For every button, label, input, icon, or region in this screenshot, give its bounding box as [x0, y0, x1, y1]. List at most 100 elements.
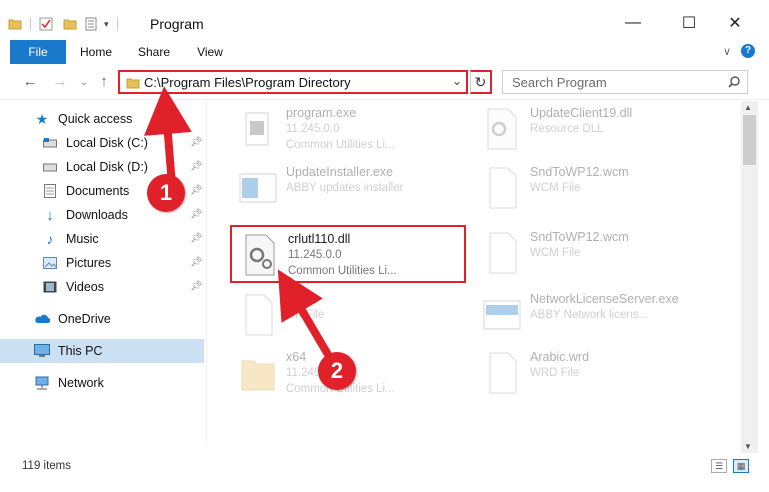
sidebar-item-local-disk-c[interactable]: Local Disk (C:): [42, 131, 148, 155]
properties-icon[interactable]: [85, 17, 101, 31]
sidebar-item-network[interactable]: Network: [34, 371, 104, 395]
vertical-scrollbar[interactable]: ▲ ▼: [741, 101, 758, 453]
sidebar-item-label: Pictures: [66, 256, 112, 270]
pin-icon[interactable]: 📌︎: [190, 257, 203, 268]
sidebar-item-label: This PC: [58, 344, 103, 358]
file-name: UpdateInstaller.exe: [286, 165, 394, 179]
file-detail: OK File: [286, 309, 325, 321]
sidebar-item-label: Music: [66, 232, 99, 246]
file-detail: Common Utilities Li...: [286, 139, 395, 151]
pin-icon[interactable]: 📌︎: [190, 137, 203, 148]
tab-share[interactable]: Share: [132, 40, 176, 64]
forward-arrow-icon[interactable]: →: [50, 72, 70, 92]
sidebar-item-videos[interactable]: Videos: [42, 275, 104, 299]
tiles-view-icon[interactable]: ▦: [733, 459, 749, 473]
file-detail: ABBY updates installer: [286, 182, 404, 194]
file-item-selected[interactable]: crlutl110.dll 11.245.0.0 Common Utilitie…: [230, 225, 466, 283]
sidebar-item-downloads[interactable]: ↓ Downloads: [42, 203, 128, 227]
pin-icon[interactable]: 📌︎: [190, 281, 203, 292]
recent-locations-icon[interactable]: ⌄: [74, 72, 94, 92]
file-name: NetworkLicenseServer.exe: [530, 292, 679, 306]
sidebar-item-local-disk-d[interactable]: Local Disk (D:): [42, 155, 148, 179]
tab-view[interactable]: View: [188, 40, 232, 64]
file-item[interactable]: SndToWP12.wcm WCM File: [474, 225, 714, 283]
ribbon-tabs: File Home Share View ∨ ?: [0, 40, 769, 98]
folder-icon: [126, 78, 140, 89]
sidebar-item-label: Local Disk (D:): [66, 160, 148, 174]
file-name: gb.txt: [286, 292, 317, 306]
onedrive-icon: [34, 311, 50, 327]
scroll-down-icon[interactable]: ▼: [744, 442, 752, 451]
folder-icon[interactable]: [63, 17, 77, 31]
file-name: SndToWP12.wcm: [530, 165, 629, 179]
sidebar-item-label: Documents: [66, 184, 130, 198]
file-detail: 11.245.0.0: [288, 249, 342, 261]
scrollbar-thumb[interactable]: [743, 115, 756, 165]
videos-icon: [42, 279, 58, 295]
scroll-up-icon[interactable]: ▲: [744, 103, 752, 112]
file-detail: WRD File: [530, 367, 580, 379]
help-icon[interactable]: ?: [741, 44, 755, 58]
generic-file-icon: [489, 352, 517, 394]
pin-icon[interactable]: 📌︎: [190, 161, 203, 172]
title-bar: ▾ Program — ☐ ✕: [0, 0, 769, 40]
address-path: C:\Program Files\Program Directory: [144, 75, 351, 90]
address-bar[interactable]: C:\Program Files\Program Directory ⌄: [118, 70, 468, 94]
file-list: program.exe 11.245.0.0 Common Utilities …: [224, 101, 740, 446]
file-detail: 11.245.0.0: [286, 123, 340, 135]
file-detail: Resource DLL: [530, 123, 604, 135]
pin-icon[interactable]: 📌︎: [190, 209, 203, 220]
maximize-button[interactable]: ☐: [666, 8, 712, 38]
refresh-icon[interactable]: ↻: [470, 70, 492, 94]
sidebar-item-quick-access[interactable]: ★ Quick access: [34, 107, 133, 131]
file-detail: Common Utilities Li...: [288, 265, 397, 277]
pictures-icon: [42, 255, 58, 271]
customize-qa-dropdown[interactable]: ▾: [104, 19, 109, 30]
app-window-icon: [483, 300, 521, 330]
tab-home[interactable]: Home: [74, 40, 118, 64]
step-2-badge: 2: [318, 352, 356, 390]
pin-icon[interactable]: 📌︎: [190, 233, 203, 244]
file-item[interactable]: gb.txt OK File: [230, 287, 470, 345]
file-item[interactable]: UpdateInstaller.exe ABBY updates install…: [230, 160, 470, 218]
sidebar-item-label: OneDrive: [58, 312, 111, 326]
gear-file-icon: [245, 234, 275, 276]
file-name: SndToWP12.wcm: [530, 230, 629, 244]
sidebar-item-this-pc[interactable]: This PC: [0, 339, 204, 363]
sidebar-item-pictures[interactable]: Pictures: [42, 251, 111, 275]
file-item[interactable]: SndToWP12.wcm WCM File: [474, 160, 714, 218]
app-window-icon: [239, 173, 277, 203]
drive-icon: [42, 159, 58, 175]
file-item[interactable]: program.exe 11.245.0.0 Common Utilities …: [230, 101, 470, 159]
file-name: UpdateClient19.dll: [530, 106, 633, 120]
file-item[interactable]: NetworkLicenseServer.exe ABBY Network li…: [474, 287, 714, 345]
network-icon: [34, 375, 50, 391]
minimize-button[interactable]: —: [610, 8, 656, 38]
folder-icon[interactable]: [8, 17, 22, 31]
app-window-icon: [245, 112, 269, 146]
search-placeholder: Search Program: [512, 75, 607, 90]
music-icon: ♪: [46, 231, 54, 247]
up-arrow-icon[interactable]: ↑: [94, 72, 114, 92]
file-name: crlutl110.dll: [288, 232, 351, 246]
file-item[interactable]: UpdateClient19.dll Resource DLL: [474, 101, 714, 159]
details-view-icon[interactable]: ☰: [711, 459, 727, 473]
back-arrow-icon[interactable]: ←: [20, 72, 40, 92]
close-button[interactable]: ✕: [712, 8, 758, 38]
status-bar: 119 items ☰ ▦: [0, 456, 769, 478]
downloads-icon: ↓: [46, 206, 54, 224]
sidebar-item-music[interactable]: ♪ Music: [42, 227, 99, 251]
file-item[interactable]: Arabic.wrd WRD File: [474, 345, 714, 403]
pin-icon[interactable]: 📌︎: [190, 185, 203, 196]
sidebar-item-label: Local Disk (C:): [66, 136, 148, 150]
search-input[interactable]: Search Program: [502, 70, 748, 94]
documents-icon: [42, 183, 58, 199]
sidebar-item-onedrive[interactable]: OneDrive: [34, 307, 111, 331]
navigation-pane: ★ Quick access Local Disk (C:) 📌︎ Local …: [0, 101, 206, 451]
expand-ribbon-icon[interactable]: ∨: [723, 45, 731, 58]
drive-icon: [42, 135, 58, 151]
checklist-icon[interactable]: [39, 17, 53, 31]
navigation-bar: ← → ⌄ ↑ C:\Program Files\Program Directo…: [0, 64, 769, 100]
chevron-down-icon[interactable]: ⌄: [452, 74, 462, 88]
sidebar-item-documents[interactable]: Documents: [42, 179, 129, 203]
